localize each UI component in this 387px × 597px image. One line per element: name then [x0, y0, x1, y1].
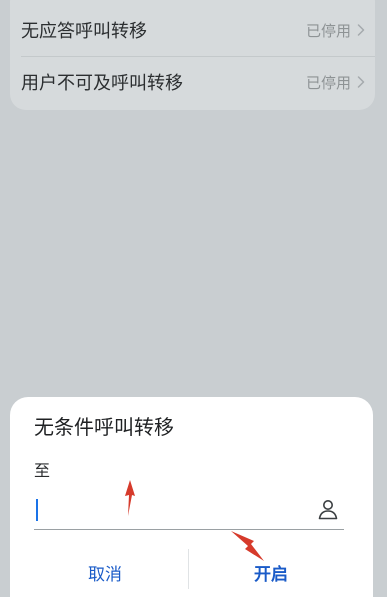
- settings-row-unreachable-forwarding[interactable]: 用户不可及呼叫转移 已停用: [10, 56, 375, 108]
- cancel-button[interactable]: 取消: [30, 560, 180, 585]
- chevron-right-icon: [357, 76, 365, 88]
- settings-row-no-answer-forwarding[interactable]: 无应答呼叫转移 已停用: [10, 4, 375, 56]
- forward-number-field[interactable]: [34, 493, 344, 530]
- settings-row-status: 已停用: [305, 73, 351, 92]
- contact-person-icon[interactable]: [316, 497, 340, 521]
- dialog-title: 无条件呼叫转移: [34, 415, 174, 439]
- call-forwarding-settings-card: 无应答呼叫转移 已停用 用户不可及呼叫转移 已停用: [10, 0, 375, 110]
- settings-row-label: 用户不可及呼叫转移: [21, 73, 183, 94]
- unconditional-forwarding-dialog: 无条件呼叫转移 至 取消 开启: [10, 397, 373, 597]
- to-label: 至: [34, 461, 51, 480]
- text-caret: [36, 499, 38, 521]
- settings-row-label: 无应答呼叫转移: [21, 21, 147, 42]
- forward-number-input[interactable]: [34, 493, 294, 527]
- enable-button[interactable]: 开启: [196, 560, 346, 585]
- button-divider: [188, 549, 189, 589]
- settings-row-status: 已停用: [305, 21, 351, 40]
- chevron-right-icon: [357, 24, 365, 36]
